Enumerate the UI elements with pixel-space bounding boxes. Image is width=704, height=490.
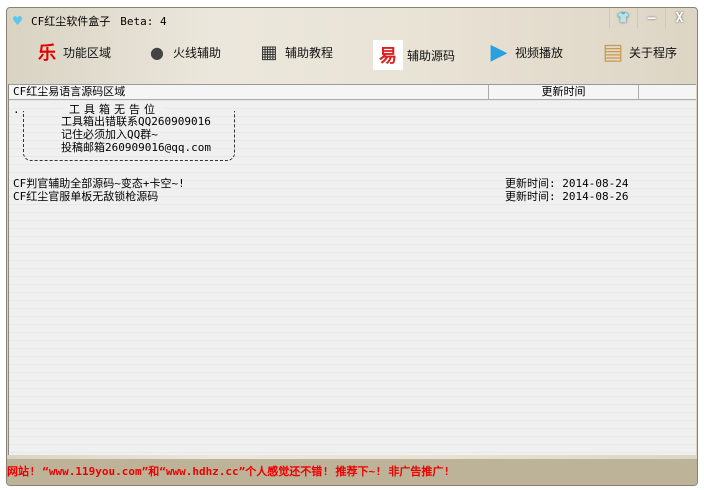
toolbar-source-code[interactable]: 易辅助源码 (373, 40, 455, 70)
toolbar-label: 视频播放 (515, 45, 564, 60)
close-button[interactable]: X (665, 8, 693, 28)
item-name: CF红尘官服单板无敌锁枪源码 (13, 190, 159, 203)
toolbar-about[interactable]: ▤ 关于程序 (601, 39, 678, 65)
toolbar-label: 功能区域 (63, 45, 112, 60)
list-header: CF红尘易语言源码区域 更新时间 (9, 85, 696, 100)
video-camera-icon: ▦ (260, 41, 278, 63)
column-header-time[interactable]: 更新时间 (489, 85, 639, 100)
title-bar: ♥ CF红尘软件盒子 Beta: 4 (13, 12, 167, 30)
app-window: ♥ CF红尘软件盒子 Beta: 4 👕 — X 乐功能区域 ● 火线辅助 ▦ 辅助… (6, 7, 698, 486)
toolbar: 乐功能区域 ● 火线辅助 ▦ 辅助教程 易辅助源码 ▶ 视频播放 ▤ 关于程序 (7, 38, 697, 72)
item-time: 更新时间: 2014-08-24 (505, 177, 629, 190)
window-title: CF红尘软件盒子 (31, 15, 111, 28)
status-text: 网站! “www.119you.com”和“www.hdhz.cc”个人感觉还不… (7, 465, 451, 478)
item-time: 更新时间: 2014-08-26 (505, 190, 629, 203)
toolbar-tutorials[interactable]: ▦ 辅助教程 (257, 40, 333, 64)
heart-icon: ♥ (13, 12, 23, 30)
toolbar-label: 辅助源码 (407, 48, 456, 63)
toolbar-label: 火线辅助 (173, 45, 222, 60)
crossfire-icon: ● (150, 42, 164, 62)
item-name: CF判官辅助全部源码~变态+卡空~! (13, 177, 185, 190)
easy-language-icon: 易 (373, 40, 403, 70)
toolbar-label: 关于程序 (629, 45, 678, 60)
toolbar-label: 辅助教程 (285, 45, 334, 60)
skin-button[interactable]: 👕 (609, 8, 637, 28)
column-header-name[interactable]: CF红尘易语言源码区域 (9, 85, 489, 100)
notice-box: . 工具箱无告位 工具箱出错联系QQ260909016 记住必须加入QQ群~ 投… (13, 103, 239, 163)
minimize-button[interactable]: — (637, 8, 665, 28)
notice-line: 记住必须加入QQ群~ (61, 128, 158, 141)
toolbar-video-play[interactable]: ▶ 视频播放 (487, 39, 564, 65)
column-header-empty (639, 85, 695, 100)
window-version: Beta: 4 (120, 14, 167, 28)
list-item[interactable]: CF红尘官服单板无敌锁枪源码 更新时间: 2014-08-26 (13, 188, 693, 203)
notice-line: 投稿邮箱260909016@qq.com (61, 141, 211, 154)
status-marquee: 网站! “www.119you.com”和“www.hdhz.cc”个人感觉还不… (7, 459, 697, 485)
list-item[interactable]: CF判官辅助全部源码~变态+卡空~! 更新时间: 2014-08-24 (13, 175, 693, 190)
play-icon: ▶ (490, 39, 508, 65)
folder-icon: ▤ (602, 39, 624, 65)
source-list[interactable]: CF红尘易语言源码区域 更新时间 . 工具箱无告位 工具箱出错联系QQ26090… (8, 84, 696, 455)
le-icon: 乐 (38, 43, 56, 64)
toolbar-crossfire-assist[interactable]: ● 火线辅助 (145, 40, 221, 64)
toolbar-function-area[interactable]: 乐功能区域 (35, 40, 111, 64)
notice-line: 工具箱出错联系QQ260909016 (61, 115, 211, 128)
